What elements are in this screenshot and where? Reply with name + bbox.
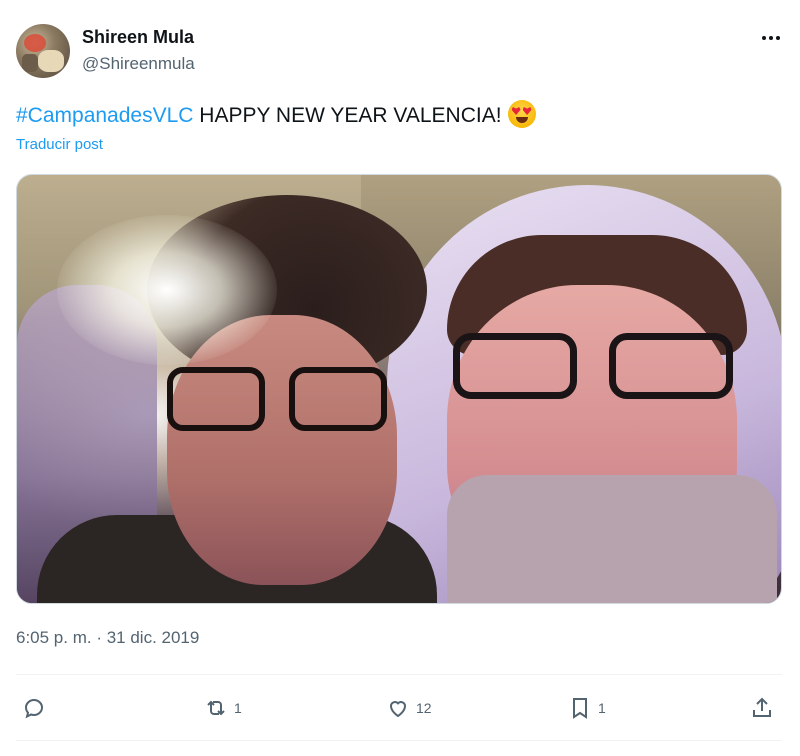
divider <box>16 740 782 741</box>
reply-button[interactable] <box>22 690 52 726</box>
share-icon <box>753 697 771 717</box>
bookmark-count: 1 <box>598 700 606 716</box>
heart-eyes-emoji-icon <box>507 100 536 128</box>
reply-icon <box>24 698 44 719</box>
post-photo[interactable] <box>16 174 782 604</box>
heart-icon <box>389 701 407 718</box>
user-handle[interactable]: @Shireenmula <box>82 53 195 75</box>
post-timestamp[interactable]: 6:05 p. m. · 31 dic. 2019 <box>16 628 199 648</box>
post-text: #CampanadesVLC HAPPY NEW YEAR VALENCIA! <box>16 100 536 130</box>
hashtag-link[interactable]: #CampanadesVLC <box>16 104 193 127</box>
repost-button[interactable]: 1 <box>204 690 242 726</box>
like-count: 12 <box>416 700 432 716</box>
divider <box>16 674 782 675</box>
post-body-text: HAPPY NEW YEAR VALENCIA! <box>193 104 502 127</box>
display-name[interactable]: Shireen Mula <box>82 26 195 48</box>
translate-post-link[interactable]: Traducir post <box>16 136 103 153</box>
bookmark-icon <box>573 698 587 719</box>
share-button[interactable] <box>750 690 774 726</box>
bookmark-button[interactable]: 1 <box>568 690 606 726</box>
author-info: Shireen Mula @Shireenmula <box>82 26 195 75</box>
repost-count: 1 <box>234 700 242 716</box>
action-bar: 1 12 1 <box>16 690 782 726</box>
like-button[interactable]: 12 <box>386 690 432 726</box>
repost-icon <box>207 700 225 716</box>
more-options-icon[interactable] <box>756 28 786 48</box>
post-header: Shireen Mula @Shireenmula <box>16 22 786 80</box>
avatar[interactable] <box>16 24 70 78</box>
